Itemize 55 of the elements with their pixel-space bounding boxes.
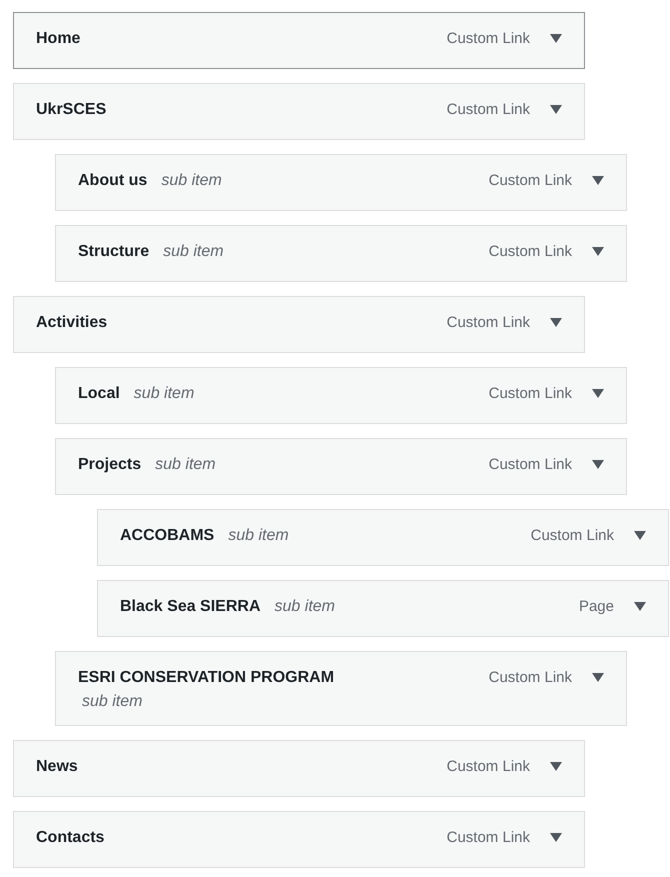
item-title: ESRI CONSERVATION PROGRAM (78, 669, 334, 687)
menu-item[interactable]: Projects sub item Custom Link (55, 438, 627, 495)
dropdown-arrow-icon[interactable] (592, 176, 604, 185)
dropdown-arrow-icon[interactable] (550, 34, 562, 43)
item-title: Activities (36, 314, 108, 332)
menu-item[interactable]: Black Sea SIERRA sub item Page (97, 580, 669, 637)
sub-item-label: sub item (160, 172, 222, 190)
menu-item[interactable]: Structure sub item Custom Link (55, 225, 627, 282)
sub-item-label: sub item (227, 527, 289, 545)
item-type: Custom Link (446, 829, 530, 846)
menu-item[interactable]: UkrSCES Custom Link (13, 83, 585, 140)
dropdown-arrow-icon[interactable] (550, 762, 562, 771)
dropdown-arrow-icon[interactable] (634, 602, 646, 611)
sub-item-label: sub item (274, 598, 335, 616)
item-title: Projects (78, 456, 142, 474)
dropdown-arrow-icon[interactable] (592, 247, 604, 256)
item-title: Black Sea SIERRA (120, 598, 261, 616)
item-title: ACCOBAMS (120, 527, 214, 545)
menu-item[interactable]: Local sub item Custom Link (55, 367, 627, 424)
item-type: Custom Link (446, 101, 530, 118)
dropdown-arrow-icon[interactable] (550, 318, 562, 327)
item-type: Custom Link (488, 456, 572, 473)
item-title: Structure (78, 243, 150, 261)
item-type: Custom Link (446, 758, 530, 775)
sub-item-label: sub item (132, 385, 194, 403)
dropdown-arrow-icon[interactable] (592, 460, 604, 469)
dropdown-arrow-icon[interactable] (550, 105, 562, 114)
menu-item[interactable]: News Custom Link (13, 740, 585, 797)
item-title: About us (78, 172, 148, 190)
item-type: Custom Link (446, 30, 530, 47)
item-title: Home (36, 30, 80, 48)
dropdown-arrow-icon[interactable] (634, 531, 646, 540)
item-type: Custom Link (488, 385, 572, 402)
item-type: Custom Link (488, 669, 572, 686)
item-title: Contacts (36, 829, 104, 847)
menu-item[interactable]: About us sub item Custom Link (55, 154, 627, 211)
item-title: UkrSCES (36, 101, 106, 119)
dropdown-arrow-icon[interactable] (550, 833, 562, 842)
sub-item-label: sub item (81, 693, 142, 711)
menu-item[interactable]: ESRI CONSERVATION PROGRAM sub item Custom Link (55, 651, 627, 726)
menu-item[interactable]: Activities Custom Link (13, 296, 585, 353)
item-title: Local (78, 385, 120, 403)
menu-item[interactable]: Contacts Custom Link (13, 811, 585, 868)
item-type: Custom Link (446, 314, 530, 331)
item-title: News (36, 758, 78, 776)
item-type: Custom Link (530, 527, 614, 544)
menu-item[interactable]: Home Custom Link (13, 12, 585, 69)
item-type: Custom Link (488, 243, 572, 260)
sub-item-label: sub item (154, 456, 216, 474)
item-type: Page (578, 598, 614, 615)
item-type: Custom Link (488, 172, 572, 189)
dropdown-arrow-icon[interactable] (592, 673, 604, 682)
sub-item-label: sub item (162, 243, 224, 261)
menu-item[interactable]: ACCOBAMS sub item Custom Link (97, 509, 669, 566)
dropdown-arrow-icon[interactable] (592, 389, 604, 398)
